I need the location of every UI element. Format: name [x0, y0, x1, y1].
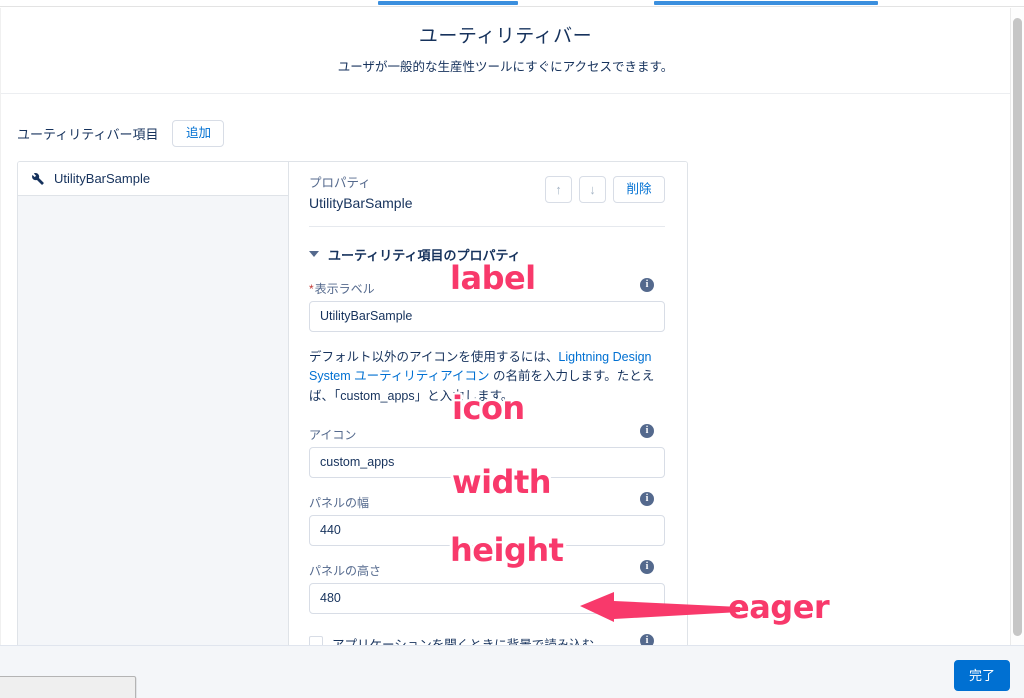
info-icon[interactable]: i	[640, 423, 654, 438]
delete-button[interactable]: 削除	[613, 176, 665, 204]
icon-help-text-part1: デフォルト以外のアイコンを使用するには、	[309, 349, 559, 364]
properties-kicker: プロパティ	[309, 176, 371, 191]
properties-name: UtilityBarSample	[309, 194, 413, 211]
download-shelf-item[interactable]	[0, 676, 136, 698]
wrench-icon	[30, 171, 45, 186]
icon-help-text: デフォルト以外のアイコンを使用するには、Lightning Design Sys…	[309, 348, 665, 406]
tabstrip-divider	[0, 6, 1024, 7]
field-panel-height: パネルの高さ i	[309, 559, 665, 614]
field-label-panel-height: パネルの高さ	[309, 563, 382, 578]
utility-item-list: UtilityBarSample	[18, 162, 289, 645]
screen-root: ユーティリティバー ユーザが一般的な生産性ツールにすぐにアクセスできます。 ユー…	[0, 0, 1024, 698]
chevron-down-icon	[309, 251, 319, 258]
panel-width-input[interactable]	[309, 514, 665, 546]
move-down-icon[interactable]: ↓	[579, 176, 606, 204]
properties-header: プロパティ UtilityBarSample ↑ ↓ 削除	[309, 174, 665, 227]
field-panel-width: パネルの幅 i	[309, 491, 665, 546]
display-label-input[interactable]	[309, 300, 665, 332]
utility-items-label: ユーティリティバー項目	[17, 127, 159, 143]
required-asterisk: *	[309, 281, 314, 296]
field-label-display-label: *表示ラベル	[309, 280, 665, 297]
eager-load-checkbox-label[interactable]: アプリケーションを開くときに背景で読み込む	[332, 634, 594, 645]
browser-tab-2-underline[interactable]	[654, 1, 878, 5]
field-label-text: 表示ラベル	[314, 281, 375, 296]
icon-input[interactable]	[309, 446, 665, 478]
info-icon[interactable]: i	[640, 277, 654, 292]
page-title: ユーティリティバー	[418, 26, 593, 47]
browser-tab-1-underline[interactable]	[378, 1, 518, 5]
utility-bar-builder: UtilityBarSample プロパティ UtilityBarSample …	[17, 161, 688, 645]
field-label-panel-width: パネルの幅	[309, 495, 370, 510]
properties-header-text: プロパティ UtilityBarSample	[309, 174, 412, 214]
add-button[interactable]: 追加	[172, 120, 225, 148]
page-content: ユーティリティバー ユーザが一般的な生産性ツールにすぐにアクセスできます。 ユー…	[0, 8, 1010, 645]
section-title: ユーティリティ項目のプロパティ	[328, 247, 521, 263]
field-label-icon: アイコン	[309, 427, 357, 442]
list-item[interactable]: UtilityBarSample	[18, 162, 288, 197]
info-icon[interactable]: i	[640, 633, 654, 645]
list-item-label: UtilityBarSample	[54, 171, 151, 187]
page-scrollbar-thumb[interactable]	[1013, 18, 1022, 636]
properties-panel: プロパティ UtilityBarSample ↑ ↓ 削除 ユーティリティ項目の…	[289, 162, 687, 645]
browser-tabstrip	[0, 0, 1024, 8]
page-scrollbar-track[interactable]	[1010, 8, 1024, 645]
info-icon[interactable]: i	[640, 559, 654, 574]
properties-header-actions: ↑ ↓ 削除	[545, 174, 665, 204]
move-up-icon[interactable]: ↑	[545, 176, 572, 204]
utility-items-toolbar: ユーティリティバー項目 追加	[1, 94, 1010, 161]
page-header: ユーティリティバー ユーザが一般的な生産性ツールにすぐにアクセスできます。	[1, 8, 1010, 95]
done-button[interactable]: 完了	[953, 660, 1010, 691]
page-subtitle: ユーザが一般的な生産性ツールにすぐにアクセスできます。	[337, 59, 674, 74]
info-icon[interactable]: i	[640, 491, 654, 506]
section-toggle-utility-properties[interactable]: ユーティリティ項目のプロパティ	[309, 245, 665, 264]
page-footer: 完了	[0, 645, 1024, 698]
eager-load-checkbox-row: アプリケーションを開くときに背景で読み込む i	[309, 633, 665, 645]
eager-load-checkbox[interactable]	[309, 636, 323, 645]
field-icon: アイコン i	[309, 423, 665, 478]
field-display-label: *表示ラベル i	[309, 277, 665, 332]
panel-height-input[interactable]	[309, 582, 665, 614]
